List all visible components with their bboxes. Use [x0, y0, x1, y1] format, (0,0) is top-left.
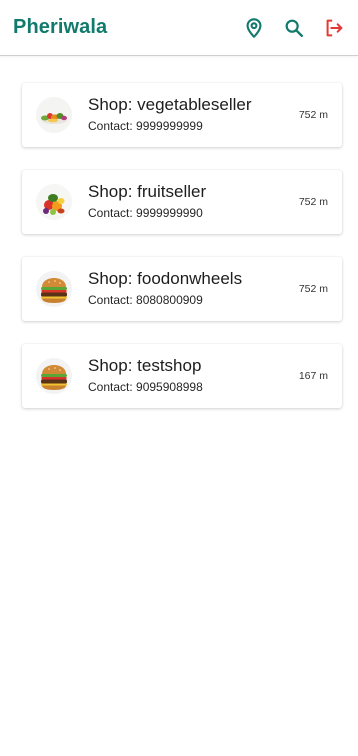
shop-contact: Contact: 9999999990 — [88, 206, 203, 220]
shop-name: Shop: testshop — [88, 356, 202, 375]
shop-distance: 167 m — [298, 370, 328, 382]
app-bar: Pheriwala — [0, 0, 358, 56]
shop-name: Shop: foodonwheels — [88, 269, 243, 288]
shop-card[interactable]: Shop: foodonwheels Contact: 8080800909 7… — [22, 257, 342, 321]
shop-name: Shop: fruitseller — [88, 182, 207, 201]
shop-name: Shop: vegetableseller — [88, 95, 252, 114]
burger-icon — [36, 358, 72, 394]
shop-distance: 752 m — [298, 109, 328, 121]
shop-contact: Contact: 9095908998 — [88, 380, 203, 394]
shop-list: Shop: vegetableseller Contact: 999999999… — [22, 83, 342, 431]
shop-card[interactable]: Shop: vegetableseller Contact: 999999999… — [22, 83, 342, 147]
app-screen: Pheriwala Shop: vegetableseller Contact:… — [0, 0, 358, 756]
burger-icon — [36, 271, 72, 307]
shop-distance: 752 m — [298, 283, 328, 295]
logout-icon[interactable] — [322, 16, 346, 40]
shop-card[interactable]: Shop: fruitseller Contact: 9999999990 75… — [22, 170, 342, 234]
vegetables-icon — [36, 97, 72, 133]
location-pin-icon[interactable] — [242, 16, 266, 40]
app-title: Pheriwala — [13, 16, 108, 38]
shop-distance: 752 m — [298, 196, 328, 208]
search-icon[interactable] — [282, 16, 306, 40]
fruits-icon — [36, 184, 72, 220]
shop-card[interactable]: Shop: testshop Contact: 9095908998 167 m — [22, 344, 342, 408]
shop-contact: Contact: 9999999999 — [88, 119, 203, 133]
shop-contact: Contact: 8080800909 — [88, 293, 203, 307]
